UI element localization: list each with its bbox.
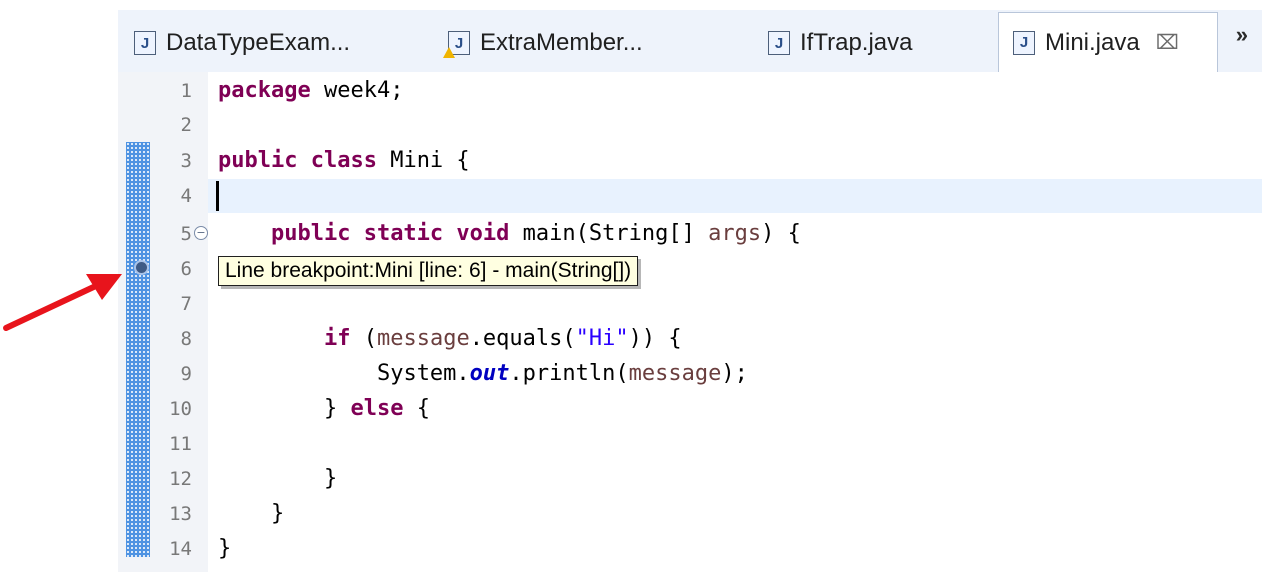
java-file-warning-icon: J xyxy=(443,31,470,58)
line-number: 12 xyxy=(169,468,192,490)
line-number: 10 xyxy=(169,398,192,420)
line-number: 14 xyxy=(169,538,192,560)
java-file-icon: J xyxy=(134,31,156,55)
code-text: public static void main(String[] args) { xyxy=(270,221,801,246)
line-number: 7 xyxy=(180,293,192,315)
tab-overflow-chevron-icon[interactable]: » xyxy=(1236,22,1248,48)
code-line-13: 13 } xyxy=(118,497,1262,531)
code-line-8: 8 if (message.equals("Hi")) { xyxy=(118,322,1262,356)
line-number: 5 xyxy=(180,223,192,245)
code-line-10: 10 } else { xyxy=(118,392,1262,426)
editor-tab-bar: J DataTypeExam... J ExtraMember... J IfT… xyxy=(118,10,1262,73)
code-text: } xyxy=(218,501,285,526)
java-file-icon: J xyxy=(1013,30,1035,55)
code-text: } xyxy=(218,536,232,561)
code-text: System.out.println(message); xyxy=(376,361,748,386)
java-file-icon: J xyxy=(768,31,790,55)
code-line-3: 3 public class Mini { xyxy=(118,144,1262,178)
code-line-1: 1 package week4; xyxy=(118,74,1262,108)
line-number: 11 xyxy=(169,433,192,455)
tab-extramember[interactable]: J ExtraMember... xyxy=(443,16,643,70)
code-text: } else { xyxy=(323,396,430,421)
tab-label: Mini.java xyxy=(1045,28,1140,56)
tab-label: IfTrap.java xyxy=(800,29,913,56)
arrow-shaft xyxy=(3,281,103,331)
fold-collapse-icon[interactable]: − xyxy=(194,226,208,240)
code-text: } xyxy=(218,466,338,491)
tab-datatypeexam[interactable]: J DataTypeExam... xyxy=(134,16,350,70)
code-line-2: 2 xyxy=(118,108,1262,142)
code-editor[interactable]: 1 package week4; 2 3 public class Mini {… xyxy=(118,72,1262,572)
line-number: 2 xyxy=(180,114,192,136)
code-text: if (message.equals("Hi")) { xyxy=(323,326,682,351)
tab-label: ExtraMember... xyxy=(480,29,643,56)
code-text: public class Mini { xyxy=(218,148,470,173)
code-text: package week4; xyxy=(218,78,404,103)
code-line-4: 4 xyxy=(118,179,1262,213)
code-line-11: 11 xyxy=(118,427,1262,461)
warning-icon xyxy=(443,47,455,58)
line-number: 1 xyxy=(180,80,192,102)
line-number: 9 xyxy=(180,363,192,385)
line-number: 4 xyxy=(180,185,192,207)
tab-label: DataTypeExam... xyxy=(166,29,351,56)
code-line-12: 12 } xyxy=(118,462,1262,496)
breakpoint-marker-icon[interactable] xyxy=(134,260,149,275)
code-line-9: 9 System.out.println(message); xyxy=(118,357,1262,391)
line-number: 3 xyxy=(180,150,192,172)
code-line-7: 7 xyxy=(118,287,1262,321)
close-tab-icon[interactable]: ⌧ xyxy=(1156,30,1179,55)
tab-iftrap[interactable]: J IfTrap.java xyxy=(768,16,913,70)
tab-mini-java[interactable]: J Mini.java ⌧ xyxy=(998,12,1218,72)
line-number: 8 xyxy=(180,328,192,350)
code-line-5: 5 − public static void main(String[] arg… xyxy=(118,217,1262,251)
line-number: 13 xyxy=(169,503,192,525)
red-arrow-annotation xyxy=(3,274,122,331)
line-number: 6 xyxy=(180,258,192,280)
code-line-14: 14 } xyxy=(118,532,1262,566)
breakpoint-tooltip: Line breakpoint:Mini [line: 6] - main(St… xyxy=(218,256,639,286)
